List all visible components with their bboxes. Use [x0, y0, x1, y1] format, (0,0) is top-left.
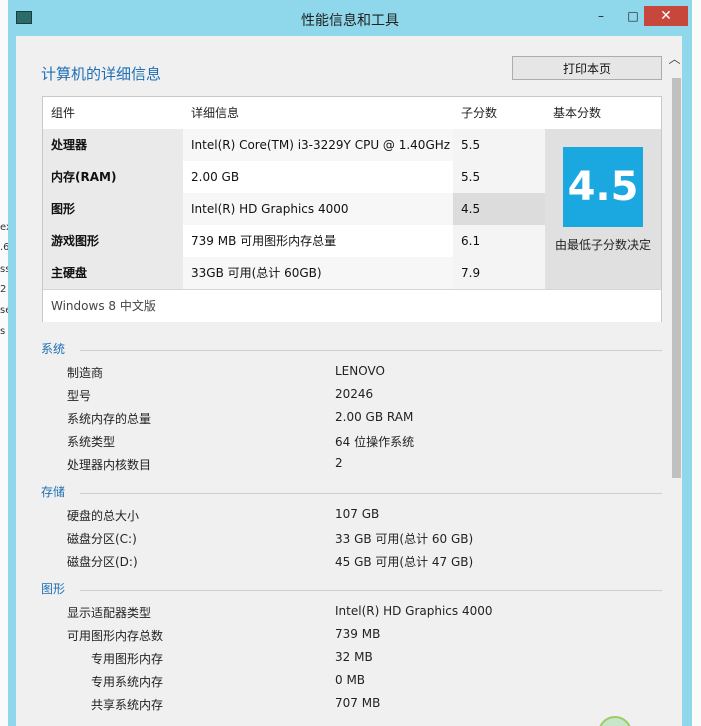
- background-fragment: s: [0, 326, 6, 337]
- info-value: 739 MB: [335, 627, 381, 641]
- info-key: 硬盘的总大小: [67, 509, 140, 523]
- watermark-logo: [598, 716, 632, 726]
- subscore: 7.9: [461, 266, 481, 280]
- score-table: 组件 详细信息 子分数 基本分数 处理器 Intel(R) Core(TM) i…: [42, 96, 662, 322]
- subscore: 5.5: [461, 170, 481, 184]
- component-detail: 2.00 GB: [191, 170, 240, 184]
- info-value: 2.00 GB RAM: [335, 410, 414, 424]
- subscore: 5.5: [461, 138, 481, 152]
- minimize-button[interactable]: –: [588, 6, 614, 26]
- info-key: 制造商: [67, 366, 104, 380]
- info-value: 107 GB: [335, 507, 380, 521]
- info-value: 707 MB: [335, 696, 381, 710]
- info-value: 2: [335, 456, 343, 470]
- os-edition-row: Windows 8 中文版: [43, 289, 661, 322]
- info-key: 共享系统内存: [91, 698, 164, 712]
- component-name: 主硬盘: [51, 266, 88, 280]
- group-divider: [80, 590, 662, 591]
- info-value: 33 GB 可用(总计 60 GB): [335, 532, 474, 546]
- performance-window: 性能信息和工具 – □ ✕ 计算机的详细信息 打印本页 组件 详细信息 子分数 …: [8, 0, 692, 726]
- info-key: 可用图形内存总数: [67, 629, 164, 643]
- component-detail: 739 MB 可用图形内存总量: [191, 234, 337, 248]
- base-score-badge: 4.5: [563, 147, 643, 227]
- info-value: 32 MB: [335, 650, 373, 664]
- info-value: 20246: [335, 387, 374, 401]
- system-group-label: 系统: [41, 342, 66, 356]
- component-detail: Intel(R) Core(TM) i3-3229Y CPU @ 1.40GHz: [191, 138, 451, 152]
- table-header: 组件 详细信息 子分数 基本分数: [43, 97, 661, 129]
- storage-group-label: 存储: [41, 485, 66, 499]
- group-divider: [80, 350, 662, 351]
- scroll-up-icon[interactable]: ︿: [667, 50, 682, 67]
- column-header: 详细信息: [191, 106, 240, 120]
- info-key: 系统类型: [67, 435, 116, 449]
- scrollbar-thumb[interactable]: [672, 78, 681, 478]
- subscore: 4.5: [461, 202, 481, 216]
- component-name: 处理器: [51, 138, 88, 152]
- column-header: 基本分数: [553, 106, 602, 120]
- maximize-button[interactable]: □: [620, 6, 646, 26]
- info-value: 64 位操作系统: [335, 435, 415, 449]
- subscore: 6.1: [461, 234, 481, 248]
- print-button[interactable]: 打印本页: [512, 56, 662, 80]
- info-value: 0 MB: [335, 673, 366, 687]
- component-name: 游戏图形: [51, 234, 100, 248]
- title-bar[interactable]: 性能信息和工具 – □ ✕: [8, 0, 692, 36]
- base-score-note: 由最低子分数决定: [555, 238, 652, 252]
- column-header: 组件: [51, 106, 76, 120]
- info-key: 显示适配器类型: [67, 606, 152, 620]
- info-key: 型号: [67, 389, 92, 403]
- group-divider: [80, 493, 662, 494]
- component-detail: 33GB 可用(总计 60GB): [191, 266, 322, 280]
- info-value: Intel(R) HD Graphics 4000: [335, 604, 493, 618]
- info-value: LENOVO: [335, 364, 385, 378]
- component-detail: Intel(R) HD Graphics 4000: [191, 202, 349, 216]
- info-key: 系统内存的总量: [67, 412, 152, 426]
- column-header: 子分数: [461, 106, 498, 120]
- client-area: 计算机的详细信息 打印本页 组件 详细信息 子分数 基本分数 处理器 Intel…: [16, 36, 682, 726]
- info-key: 磁盘分区(C:): [67, 532, 137, 546]
- page-title: 计算机的详细信息: [41, 65, 162, 83]
- background-fragment: 2: [0, 284, 7, 295]
- os-edition: Windows 8 中文版: [51, 299, 156, 313]
- info-key: 专用系统内存: [91, 675, 164, 689]
- component-name: 图形: [51, 202, 76, 216]
- graphics-group-label: 图形: [41, 582, 66, 596]
- info-key: 处理器内核数目: [67, 458, 152, 472]
- info-key: 磁盘分区(D:): [67, 555, 138, 569]
- info-key: 专用图形内存: [91, 652, 164, 666]
- info-value: 45 GB 可用(总计 47 GB): [335, 555, 474, 569]
- component-name: 内存(RAM): [51, 170, 117, 184]
- base-score-panel: 4.5 由最低子分数决定: [545, 129, 661, 289]
- close-button[interactable]: ✕: [644, 6, 688, 26]
